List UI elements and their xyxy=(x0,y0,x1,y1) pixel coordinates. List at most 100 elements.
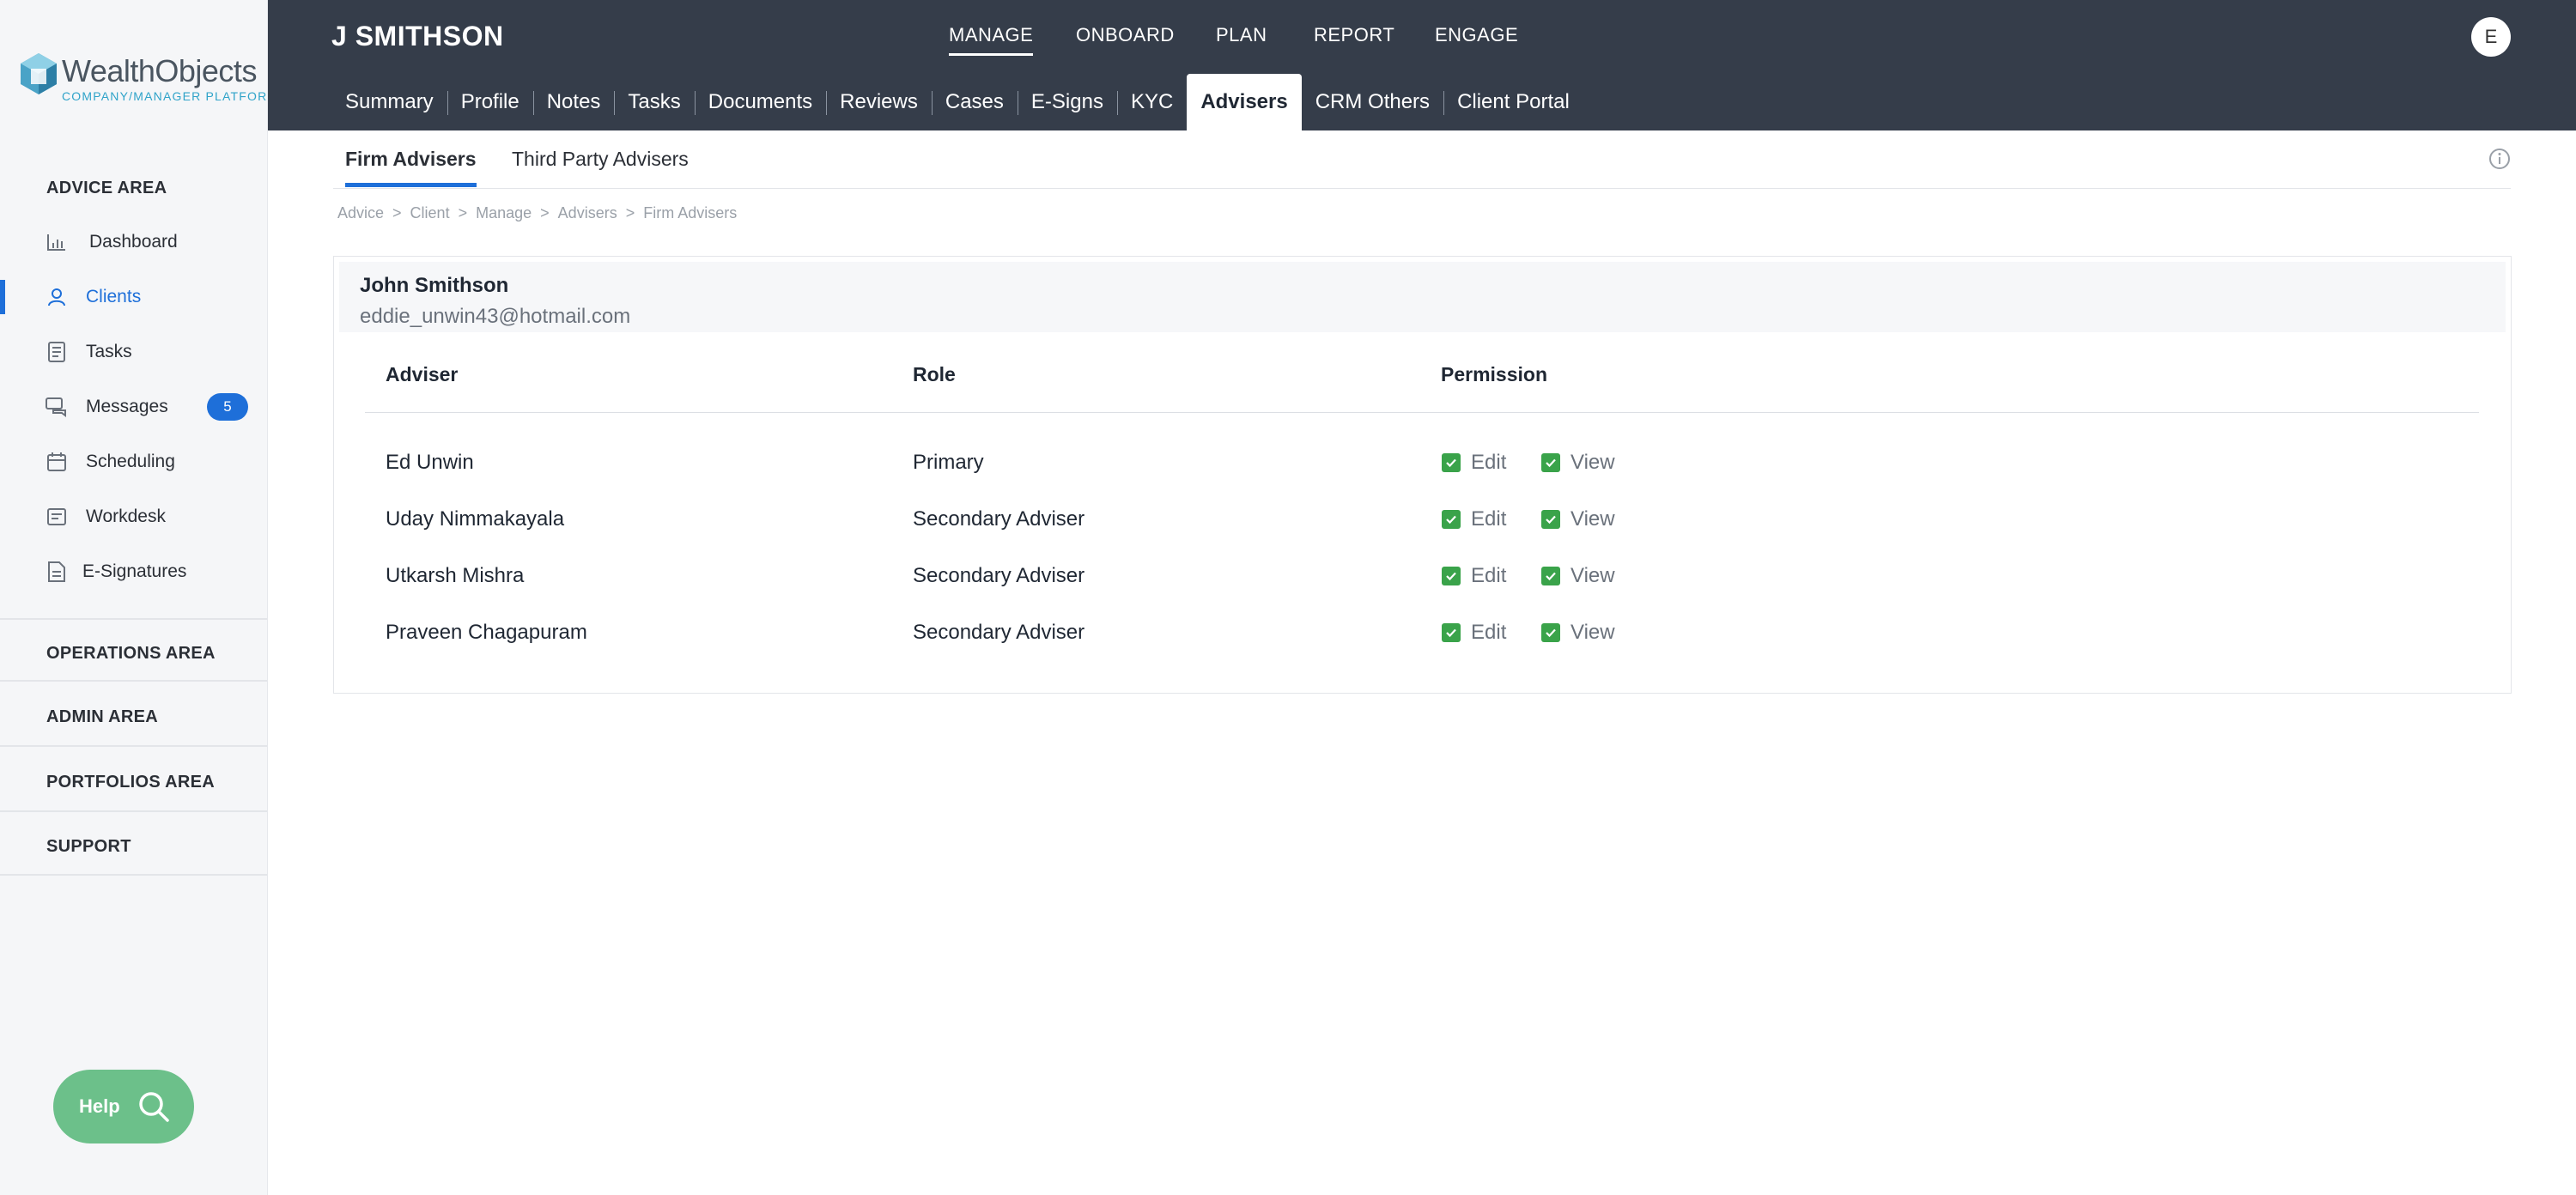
user-icon xyxy=(45,285,69,309)
adviser-name: Uday Nimmakayala xyxy=(386,507,565,531)
calendar-icon xyxy=(45,450,69,474)
permission-label: Edit xyxy=(1471,564,1507,587)
document-icon xyxy=(45,560,69,584)
sidebar-item-label: Tasks xyxy=(86,342,132,361)
main-nav-manage[interactable]: MANAGE xyxy=(949,24,1034,56)
tab-crm-others[interactable]: CRM Others xyxy=(1302,74,1443,130)
table-row: Utkarsh Mishra Secondary Adviser Edit Vi… xyxy=(365,549,2479,605)
sidebar-item-tasks[interactable]: Tasks xyxy=(0,328,267,376)
adviser-role: Secondary Adviser xyxy=(913,507,1085,531)
column-header-permission: Permission xyxy=(1441,363,1547,385)
view-permission[interactable]: View xyxy=(1541,564,1615,588)
admin-area-heading[interactable]: ADMIN AREA xyxy=(46,707,158,727)
table-header: Adviser Role Permission xyxy=(365,360,2479,413)
tab-summary[interactable]: Summary xyxy=(331,74,447,130)
tab-cases[interactable]: Cases xyxy=(931,74,1018,130)
edit-permission[interactable]: Edit xyxy=(1442,621,1506,645)
adviser-role: Primary xyxy=(913,451,984,474)
view-permission[interactable]: View xyxy=(1541,621,1615,645)
tab-kyc[interactable]: KYC xyxy=(1116,74,1187,130)
table-row: Praveen Chagapuram Secondary Adviser Edi… xyxy=(365,605,2479,662)
tab-third-party-advisers[interactable]: Third Party Advisers xyxy=(512,148,689,183)
main-nav-onboard[interactable]: ONBOARD xyxy=(1076,24,1175,53)
sidebar-item-messages[interactable]: Messages 5 xyxy=(0,383,267,431)
search-icon xyxy=(139,1092,169,1122)
tab-firm-advisers[interactable]: Firm Advisers xyxy=(345,148,477,187)
tab-documents[interactable]: Documents xyxy=(694,74,826,130)
checkbox-checked-icon[interactable] xyxy=(1442,453,1461,472)
tab-client-portal[interactable]: Client Portal xyxy=(1443,74,1583,130)
info-icon[interactable] xyxy=(2488,148,2511,170)
sidebar-item-esignatures[interactable]: E-Signatures xyxy=(0,548,267,596)
breadcrumb-advice[interactable]: Advice xyxy=(337,204,384,221)
permission-label: View xyxy=(1571,621,1615,644)
sidebar-item-label: Dashboard xyxy=(89,232,178,252)
portfolios-area-heading[interactable]: PORTFOLIOS AREA xyxy=(46,773,215,792)
edit-permission[interactable]: Edit xyxy=(1442,564,1506,588)
table-row: Ed Unwin Primary Edit View xyxy=(365,435,2479,492)
tab-reviews[interactable]: Reviews xyxy=(826,74,932,130)
client-sub-nav: Summary Profile Notes Tasks Documents Re… xyxy=(331,74,1583,130)
permission-label: View xyxy=(1571,451,1615,474)
checkbox-checked-icon[interactable] xyxy=(1442,510,1461,529)
main-nav-plan[interactable]: PLAN xyxy=(1216,24,1267,53)
view-permission[interactable]: View xyxy=(1541,507,1615,531)
sidebar-divider xyxy=(0,810,267,812)
adviser-name: Ed Unwin xyxy=(386,451,474,474)
wealthobjects-logo[interactable]: WealthObjects COMPANY/MANAGER PLATFORM xyxy=(19,48,277,108)
breadcrumb-advisers[interactable]: Advisers xyxy=(558,204,617,221)
view-permission[interactable]: View xyxy=(1541,451,1615,475)
column-header-role: Role xyxy=(913,363,956,385)
tab-advisers[interactable]: Advisers xyxy=(1187,74,1302,130)
edit-permission[interactable]: Edit xyxy=(1442,451,1506,475)
tab-tasks[interactable]: Tasks xyxy=(614,74,694,130)
checkbox-checked-icon[interactable] xyxy=(1442,623,1461,642)
advice-area-heading[interactable]: ADVICE AREA xyxy=(46,179,167,198)
top-bar: J SMITHSON MANAGE ONBOARD PLAN REPORT EN… xyxy=(268,0,2576,130)
tab-e-signs[interactable]: E-Signs xyxy=(1017,74,1117,130)
edit-permission[interactable]: Edit xyxy=(1442,507,1506,531)
checkbox-checked-icon[interactable] xyxy=(1442,567,1461,585)
permission-label: View xyxy=(1571,507,1615,531)
breadcrumb: Advice > Client > Manage > Advisers > Firm Advis… xyxy=(337,204,738,221)
task-list-icon xyxy=(45,340,69,364)
sidebar-item-dashboard[interactable]: Dashboard xyxy=(0,218,267,266)
checkbox-checked-icon[interactable] xyxy=(1541,567,1560,585)
checkbox-checked-icon[interactable] xyxy=(1541,623,1560,642)
adviser-tabs: Firm Advisers Third Party Advisers xyxy=(333,130,2511,189)
sidebar-item-scheduling[interactable]: Scheduling xyxy=(0,438,267,486)
breadcrumb-manage[interactable]: Manage xyxy=(476,204,532,221)
sidebar-item-clients[interactable]: Clients xyxy=(0,273,267,321)
sidebar-item-workdesk[interactable]: Workdesk xyxy=(0,493,267,541)
table-row: Uday Nimmakayala Secondary Adviser Edit … xyxy=(365,492,2479,549)
sidebar-divider xyxy=(0,618,267,620)
adviser-role: Secondary Adviser xyxy=(913,564,1085,587)
help-label: Help xyxy=(79,1095,120,1117)
tab-profile[interactable]: Profile xyxy=(447,74,533,130)
support-heading[interactable]: SUPPORT xyxy=(46,837,131,857)
permission-label: View xyxy=(1571,564,1615,587)
permission-label: Edit xyxy=(1471,451,1507,474)
permission-label: Edit xyxy=(1471,621,1507,644)
bar-chart-icon xyxy=(45,230,69,254)
help-button[interactable]: Help xyxy=(53,1070,194,1143)
hexagon-logo-icon xyxy=(21,53,57,94)
main-nav-report[interactable]: REPORT xyxy=(1314,24,1394,53)
checkbox-checked-icon[interactable] xyxy=(1541,510,1560,529)
sidebar-item-label: Workdesk xyxy=(86,507,166,526)
advisers-card: John Smithson eddie_unwin43@hotmail.com … xyxy=(333,256,2512,694)
sidebar-item-label: Messages xyxy=(86,397,168,416)
adviser-name: Utkarsh Mishra xyxy=(386,564,525,587)
tab-notes[interactable]: Notes xyxy=(532,74,615,130)
user-avatar[interactable]: E xyxy=(2471,17,2511,57)
sidebar-divider xyxy=(0,745,267,747)
main-nav-engage[interactable]: ENGAGE xyxy=(1435,24,1518,53)
operations-area-heading[interactable]: OPERATIONS AREA xyxy=(46,644,216,664)
breadcrumb-client[interactable]: Client xyxy=(410,204,450,221)
chat-icon xyxy=(45,395,69,419)
permission-label: Edit xyxy=(1471,507,1507,531)
checkbox-checked-icon[interactable] xyxy=(1541,453,1560,472)
breadcrumb-firm-advisers: Firm Advisers xyxy=(643,204,738,221)
adviser-name: Praveen Chagapuram xyxy=(386,621,587,644)
logo-name: WealthObjects xyxy=(62,53,257,88)
